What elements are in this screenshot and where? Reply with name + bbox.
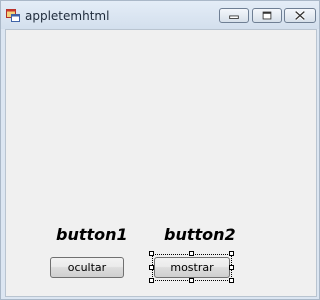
title-bar[interactable]: appletemhtml bbox=[1, 1, 319, 29]
ocultar-button[interactable]: ocultar bbox=[50, 257, 124, 278]
resize-handle-middle-right[interactable] bbox=[229, 265, 234, 270]
window-title: appletemhtml bbox=[25, 9, 110, 23]
resize-handle-bottom-left[interactable] bbox=[149, 278, 154, 283]
resize-handle-top-right[interactable] bbox=[229, 251, 234, 256]
resize-handle-top-middle[interactable] bbox=[189, 251, 194, 256]
resize-handle-bottom-right[interactable] bbox=[229, 278, 234, 283]
resize-handle-top-left[interactable] bbox=[149, 251, 154, 256]
resize-handle-bottom-middle[interactable] bbox=[189, 278, 194, 283]
close-icon bbox=[294, 10, 306, 21]
maximize-button[interactable] bbox=[252, 8, 282, 23]
label-button2: button2 bbox=[164, 225, 236, 244]
label-button1: button1 bbox=[56, 225, 128, 244]
minimize-icon bbox=[229, 15, 239, 19]
app-window: appletemhtml button1 button2 ocultar mos… bbox=[0, 0, 320, 300]
minimize-button[interactable] bbox=[219, 8, 249, 23]
maximize-icon bbox=[262, 11, 272, 20]
mostrar-button[interactable]: mostrar bbox=[154, 257, 230, 278]
app-form-icon bbox=[6, 9, 20, 22]
resize-handle-middle-left[interactable] bbox=[149, 265, 154, 270]
form-client-area: button1 button2 ocultar mostrar bbox=[5, 29, 317, 297]
close-button[interactable] bbox=[284, 8, 316, 23]
